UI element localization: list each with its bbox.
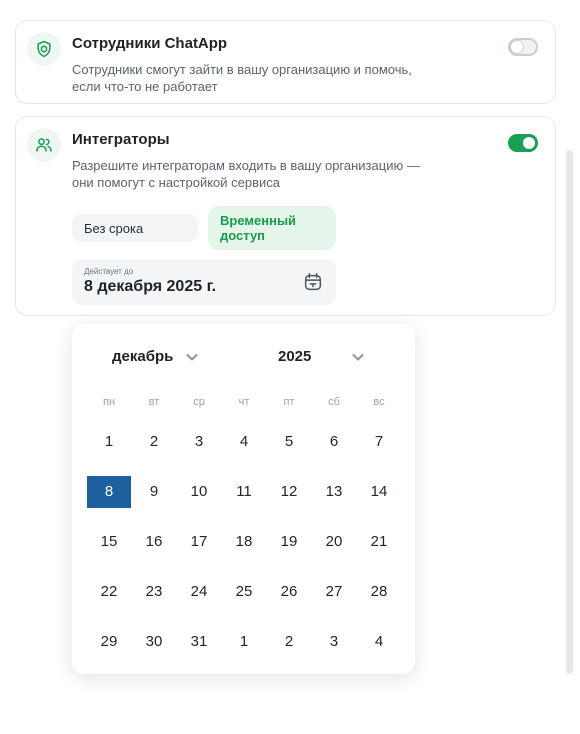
expiry-date-field[interactable]: Действует до 8 декабря 2025 г. (72, 259, 336, 305)
calendar-day[interactable]: 3 (312, 626, 356, 658)
scrollbar[interactable] (566, 150, 573, 674)
calendar-day[interactable]: 10 (177, 476, 221, 508)
chevron-down-icon (352, 353, 364, 360)
staff-access-toggle[interactable] (508, 38, 538, 56)
option-temporary-access[interactable]: Временный доступ (208, 206, 336, 250)
month-select[interactable]: декабрь (112, 348, 199, 365)
weekday-label: сб (328, 396, 340, 408)
calendar-day[interactable]: 17 (177, 526, 221, 558)
calendar-day[interactable]: 5 (267, 426, 311, 458)
date-picker: декабрь 2025 пн вт ср чт пт сб вс 1 2 3 … (72, 324, 415, 674)
calendar-day[interactable]: 20 (312, 526, 356, 558)
calendar-day[interactable]: 27 (312, 576, 356, 608)
staff-access-card: Сотрудники ChatApp Сотрудники смогут зай… (15, 20, 556, 104)
calendar-day-selected[interactable]: 8 (87, 476, 131, 508)
calendar-day[interactable]: 7 (357, 426, 401, 458)
calendar-day[interactable]: 24 (177, 576, 221, 608)
chevron-down-icon (186, 353, 198, 360)
calendar-icon[interactable] (302, 271, 324, 293)
calendar-day[interactable]: 15 (87, 526, 131, 558)
weekday-label: ср (193, 396, 205, 408)
calendar-day[interactable]: 23 (132, 576, 176, 608)
calendar-day[interactable]: 6 (312, 426, 356, 458)
users-icon (27, 128, 61, 162)
calendar-day[interactable]: 26 (267, 576, 311, 608)
weekday-label: вт (148, 396, 160, 408)
calendar-day[interactable]: 21 (357, 526, 401, 558)
calendar-day[interactable]: 18 (222, 526, 266, 558)
calendar-day[interactable]: 28 (357, 576, 401, 608)
date-picker-header: декабрь 2025 (72, 348, 415, 370)
integrators-description: Разрешите интеграторам входить в вашу ор… (72, 158, 420, 190)
calendar-day[interactable]: 4 (222, 426, 266, 458)
calendar-day[interactable]: 13 (312, 476, 356, 508)
year-select[interactable]: 2025 (278, 348, 365, 365)
calendar-day[interactable]: 4 (357, 626, 401, 658)
calendar-day[interactable]: 29 (87, 626, 131, 658)
weekday-label: чт (238, 396, 250, 408)
calendar-day[interactable]: 19 (267, 526, 311, 558)
shield-icon (27, 32, 61, 66)
weekday-label: вс (373, 396, 385, 408)
staff-access-title: Сотрудники ChatApp (72, 35, 228, 52)
year-select-value: 2025 (278, 348, 312, 365)
expiry-date-label: Действует до (84, 267, 134, 276)
calendar-day[interactable]: 3 (177, 426, 221, 458)
calendar-day[interactable]: 1 (222, 626, 266, 658)
calendar-day[interactable]: 12 (267, 476, 311, 508)
calendar-day[interactable]: 30 (132, 626, 176, 658)
expiry-date-value: 8 декабря 2025 г. (84, 278, 217, 295)
calendar-day[interactable]: 9 (132, 476, 176, 508)
calendar-day[interactable]: 22 (87, 576, 131, 608)
calendar-day[interactable]: 2 (132, 426, 176, 458)
weekday-label: пн (102, 396, 116, 408)
month-select-value: декабрь (112, 348, 174, 365)
calendar-day[interactable]: 2 (267, 626, 311, 658)
integrators-access-toggle[interactable] (508, 134, 538, 152)
calendar-day[interactable]: 31 (177, 626, 221, 658)
calendar-day[interactable]: 14 (357, 476, 401, 508)
option-no-limit[interactable]: Без срока (72, 214, 198, 242)
calendar-day[interactable]: 11 (222, 476, 266, 508)
calendar-day[interactable]: 25 (222, 576, 266, 608)
integrators-title: Интеграторы (72, 131, 170, 148)
calendar-day[interactable]: 16 (132, 526, 176, 558)
weekday-label: пт (283, 396, 295, 408)
calendar-day[interactable]: 1 (87, 426, 131, 458)
integrators-access-card: Интеграторы Разрешите интеграторам входи… (15, 116, 556, 316)
staff-access-description: Сотрудники смогут зайти в вашу организац… (72, 62, 412, 94)
